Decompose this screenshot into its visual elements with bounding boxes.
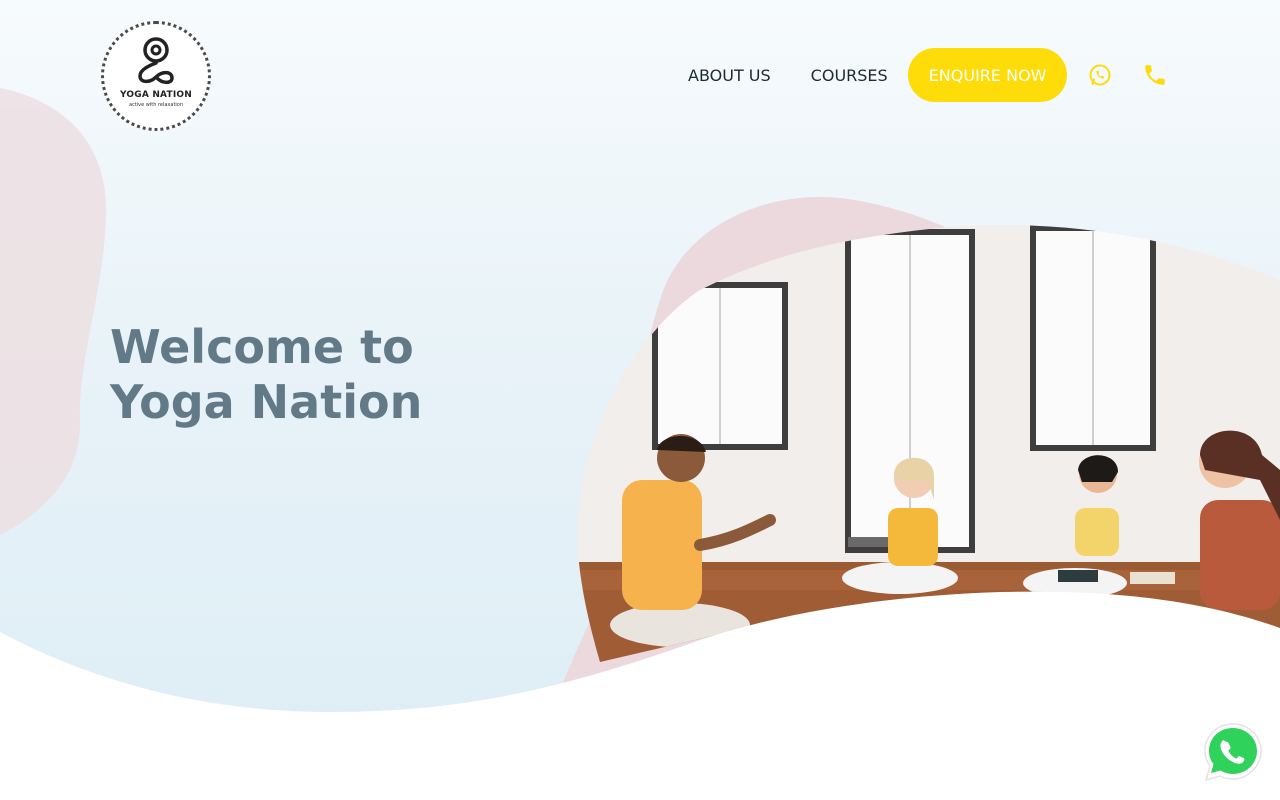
meditation-figure-icon <box>138 37 174 85</box>
main-nav: ABOUT US COURSES ENQUIRE NOW <box>668 48 1068 102</box>
decor-blob-left <box>0 88 107 535</box>
nav-about-link[interactable]: ABOUT US <box>668 66 791 85</box>
hero-title: Welcome to Yoga Nation <box>110 320 422 430</box>
floating-whatsapp-button[interactable] <box>1200 720 1266 786</box>
logo-title: YOGA NATION <box>119 90 192 100</box>
site-logo[interactable]: YOGA NATION active with relaxation <box>101 21 211 131</box>
nav-courses-link[interactable]: COURSES <box>791 66 908 85</box>
logo-tagline: active with relaxation <box>128 102 184 108</box>
whatsapp-icon[interactable] <box>1088 63 1112 87</box>
hero-title-line-2: Yoga Nation <box>110 375 423 429</box>
hero-title-line-1: Welcome to <box>110 320 414 374</box>
whatsapp-icon <box>1204 723 1262 782</box>
phone-icon[interactable] <box>1142 62 1168 88</box>
enquire-now-button[interactable]: ENQUIRE NOW <box>907 48 1068 102</box>
